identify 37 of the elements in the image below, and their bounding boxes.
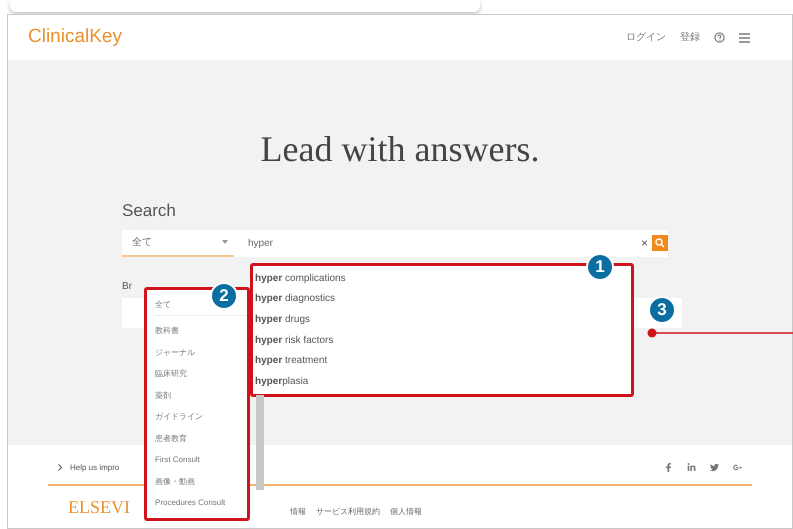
brand-logo: ELSEVI — [68, 496, 130, 519]
search-label: Search — [122, 201, 176, 220]
footer-link[interactable]: 情報 — [290, 506, 306, 518]
help-icon[interactable] — [714, 32, 725, 43]
feedback-link[interactable]: Help us impro — [70, 462, 120, 474]
browse-label: Br — [122, 280, 132, 292]
chevron-icon — [58, 464, 62, 471]
header-link[interactable]: ログイン — [626, 30, 666, 45]
category-dropdown[interactable]: 全て — [122, 230, 234, 256]
category-item[interactable]: 薬剤 — [155, 390, 247, 402]
category-item[interactable]: First Consult — [155, 454, 247, 466]
google-plus-icon[interactable] — [733, 463, 742, 472]
facebook-icon[interactable] — [664, 463, 673, 472]
category-item[interactable]: 臨床研究 — [155, 368, 247, 380]
suggestion-item[interactable]: hyper risk factors — [255, 332, 631, 348]
bird-icon[interactable] — [710, 463, 719, 472]
suggestion-item[interactable]: hyper treatment — [255, 353, 631, 368]
scrollbar[interactable] — [256, 395, 264, 490]
category-item[interactable]: Procedures Consult — [155, 497, 247, 510]
search-icon — [655, 238, 665, 248]
header-link[interactable]: 登録 — [680, 30, 700, 45]
menu-icon[interactable] — [739, 32, 750, 42]
suggestion-item[interactable]: hyperplasia — [255, 374, 631, 390]
suggestion-item[interactable]: hyper drugs — [255, 312, 631, 328]
category-item[interactable]: ジャーナル — [155, 346, 247, 359]
footer-link[interactable]: 個人情報 — [390, 506, 422, 518]
caret-icon — [222, 240, 228, 244]
clear-button[interactable]: × — [640, 234, 648, 252]
suggestion-item[interactable]: hyper diagnostics — [255, 291, 631, 306]
category-item[interactable]: 患者教育 — [155, 432, 247, 445]
category-item[interactable]: ガイドライン — [155, 411, 247, 424]
search-button[interactable] — [652, 235, 668, 251]
footer-link[interactable]: サービス利用規約 — [316, 506, 380, 518]
category-item[interactable]: 画像・動画 — [155, 476, 247, 488]
linkedin-icon[interactable] — [687, 463, 696, 472]
hero-headline: Lead with answers. — [260, 128, 540, 171]
category-item[interactable]: 教科書 — [155, 325, 247, 338]
